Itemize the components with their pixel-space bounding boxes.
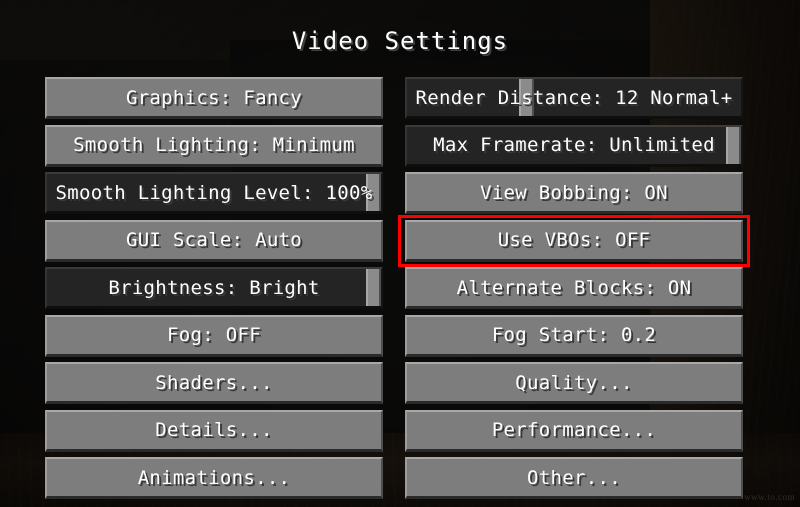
- button-label: Use VBOs: OFF: [497, 229, 651, 251]
- button-label: Render Distance: 12 Normal+: [415, 86, 733, 109]
- slider-handle[interactable]: [726, 126, 741, 164]
- slider-handle[interactable]: [519, 79, 534, 116]
- button-label: Fog Start: 0.2: [491, 324, 657, 346]
- slider-render-distance-12-normal[interactable]: Render Distance: 12 Normal+: [405, 77, 743, 119]
- button-label: Details...: [155, 419, 273, 441]
- button-performance[interactable]: Performance...: [405, 409, 743, 452]
- slider-handle[interactable]: [366, 174, 381, 211]
- button-label: Brightness: Bright: [108, 276, 320, 299]
- button-label: Max Framerate: Unlimited: [433, 134, 715, 156]
- button-details[interactable]: Details...: [45, 409, 383, 452]
- slider-max-framerate-unlimited[interactable]: Max Framerate: Unlimited: [405, 124, 743, 167]
- button-gui-scale-auto[interactable]: GUI Scale: Auto: [45, 219, 383, 262]
- button-shaders[interactable]: Shaders...: [45, 362, 383, 404]
- button-label: Quality...: [515, 371, 633, 394]
- button-smooth-lighting-minimum[interactable]: Smooth Lighting: Minimum: [45, 124, 383, 167]
- button-quality[interactable]: Quality...: [405, 362, 743, 404]
- button-label: Animations...: [137, 466, 291, 489]
- button-graphics-fancy[interactable]: Graphics: Fancy: [45, 77, 383, 119]
- button-label: View Bobbing: ON: [480, 181, 668, 204]
- button-fog-start-0-2[interactable]: Fog Start: 0.2: [405, 314, 743, 357]
- page-title: Video Settings: [291, 27, 509, 55]
- button-fog-off[interactable]: Fog: OFF: [45, 314, 383, 357]
- button-label: Shaders...: [155, 371, 273, 394]
- slider-handle[interactable]: [366, 269, 381, 306]
- button-label: Graphics: Fancy: [125, 86, 303, 109]
- button-label: GUI Scale: Auto: [125, 229, 303, 251]
- slider-smooth-lighting-level-100[interactable]: Smooth Lighting Level: 100%: [45, 172, 383, 214]
- button-view-bobbing-on[interactable]: View Bobbing: ON: [405, 172, 743, 214]
- button-label: Smooth Lighting Level: 100%: [55, 181, 373, 204]
- button-label: Performance...: [491, 419, 657, 441]
- button-label: Fog: OFF: [167, 324, 261, 346]
- button-alternate-blocks-on[interactable]: Alternate Blocks: ON: [405, 267, 743, 309]
- button-animations[interactable]: Animations...: [45, 457, 383, 499]
- button-label: Smooth Lighting: Minimum: [73, 134, 355, 156]
- button-label: Other...: [527, 466, 621, 489]
- button-use-vbos-off[interactable]: Use VBOs: OFF: [405, 219, 743, 262]
- button-label: Alternate Blocks: ON: [456, 276, 692, 299]
- button-other[interactable]: Other...: [405, 457, 743, 499]
- watermark: www.to.com: [744, 492, 795, 502]
- slider-brightness-bright[interactable]: Brightness: Bright: [45, 267, 383, 309]
